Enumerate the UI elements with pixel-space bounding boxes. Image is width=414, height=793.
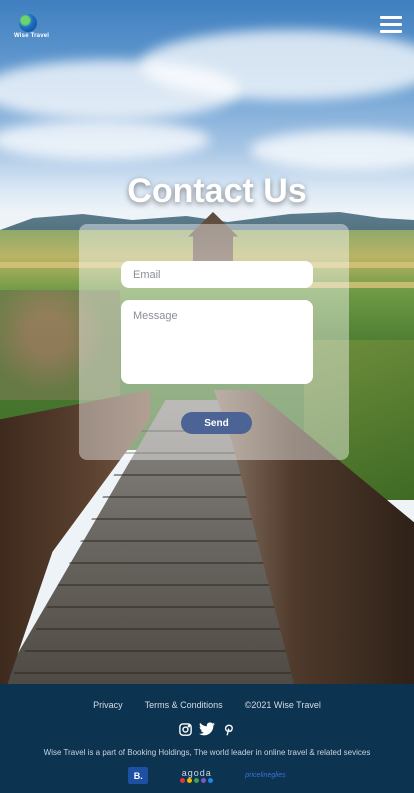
copyright-text: ©2021 Wise Travel (244, 700, 321, 710)
message-field[interactable] (121, 300, 313, 384)
footer-links: Privacy Terms & Conditions ©2021 Wise Tr… (0, 700, 414, 710)
partner-brands: B. agoda pricelineglies (0, 767, 414, 784)
booking-logo[interactable]: B. (128, 767, 149, 784)
send-button[interactable]: Send (181, 412, 252, 434)
page-title: Contact Us (127, 172, 307, 210)
agoda-logo[interactable]: agoda (180, 767, 214, 783)
footer-tagline: Wise Travel is a part of Booking Holding… (43, 748, 371, 757)
instagram-icon[interactable] (177, 721, 193, 737)
wise-travel-logo[interactable]: Wise Travel (14, 14, 50, 40)
hamburger-icon[interactable] (380, 16, 402, 34)
privacy-link[interactable]: Privacy (93, 700, 123, 710)
social-links (0, 721, 414, 737)
footer: Privacy Terms & Conditions ©2021 Wise Tr… (0, 684, 414, 793)
pinterest-icon[interactable] (221, 721, 237, 737)
priceline-logo[interactable]: pricelineglies (245, 772, 285, 779)
globe-icon (19, 14, 37, 32)
terms-link[interactable]: Terms & Conditions (145, 700, 223, 710)
agoda-dots (180, 777, 214, 783)
email-field[interactable] (121, 261, 313, 288)
agoda-wordmark: agoda (181, 767, 212, 778)
logo-text: Wise Travel (14, 33, 50, 39)
twitter-icon[interactable] (199, 721, 215, 737)
